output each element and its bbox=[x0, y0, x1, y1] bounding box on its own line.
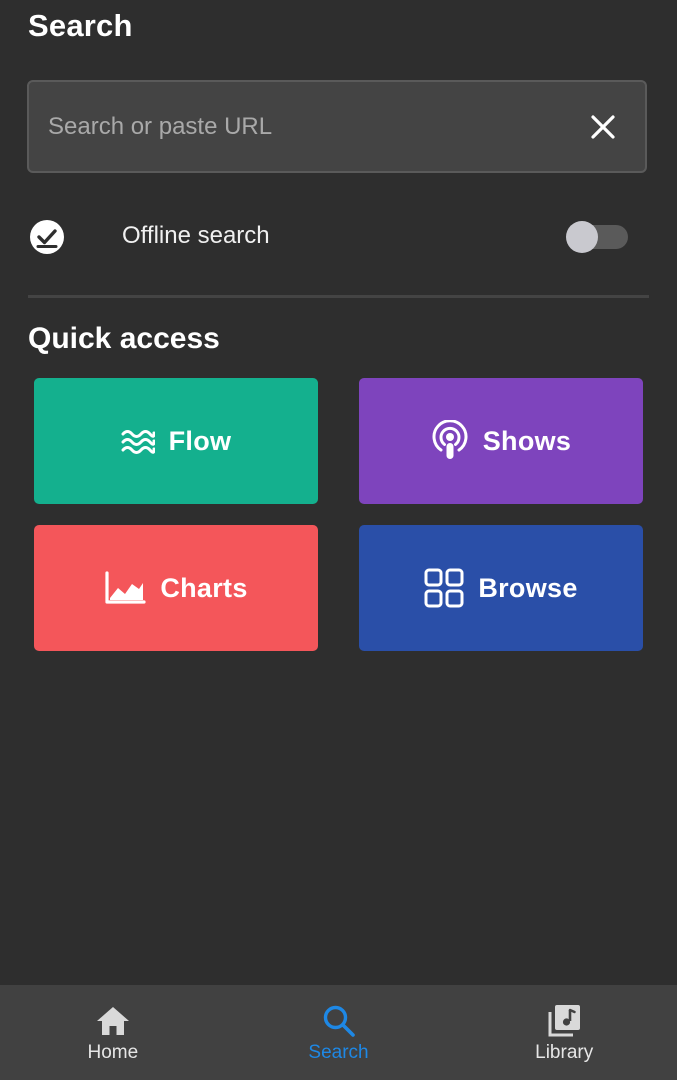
tile-label-flow: Flow bbox=[168, 425, 232, 456]
tile-label-charts: Charts bbox=[160, 572, 248, 603]
offline-search-toggle[interactable] bbox=[566, 221, 630, 253]
nav-label-search: Search bbox=[308, 1042, 369, 1063]
offline-search-label: Offline search bbox=[122, 222, 270, 249]
nav-label-library: Library bbox=[535, 1042, 594, 1063]
nav-library[interactable]: Library bbox=[451, 985, 677, 1080]
waves-icon bbox=[121, 427, 155, 455]
podcast-icon bbox=[431, 420, 469, 462]
chart-icon bbox=[104, 571, 146, 605]
quick-access-shows[interactable]: Shows bbox=[359, 378, 643, 504]
home-icon bbox=[95, 1003, 131, 1039]
quick-access-charts[interactable]: Charts bbox=[34, 525, 318, 651]
offline-search-row: Offline search bbox=[28, 210, 648, 264]
search-box bbox=[27, 80, 647, 173]
clear-button[interactable] bbox=[573, 97, 633, 157]
grid-icon bbox=[424, 568, 464, 608]
divider bbox=[28, 295, 649, 298]
nav-search[interactable]: Search bbox=[226, 985, 452, 1080]
close-icon bbox=[591, 114, 615, 139]
library-icon bbox=[546, 1003, 582, 1039]
quick-access-browse[interactable]: Browse bbox=[359, 525, 643, 651]
bottom-nav: Home Search Library bbox=[0, 985, 677, 1080]
nav-label-home: Home bbox=[87, 1042, 139, 1063]
tile-label-browse: Browse bbox=[478, 572, 578, 603]
nav-home[interactable]: Home bbox=[0, 985, 226, 1080]
quick-access-flow[interactable]: Flow bbox=[34, 378, 318, 504]
page-title: Search bbox=[28, 8, 133, 43]
quick-access-title: Quick access bbox=[28, 322, 220, 355]
search-icon bbox=[322, 1003, 356, 1039]
tile-label-shows: Shows bbox=[482, 425, 572, 456]
offline-check-icon bbox=[30, 220, 64, 254]
search-input[interactable] bbox=[29, 82, 573, 171]
toggle-knob bbox=[566, 221, 598, 253]
